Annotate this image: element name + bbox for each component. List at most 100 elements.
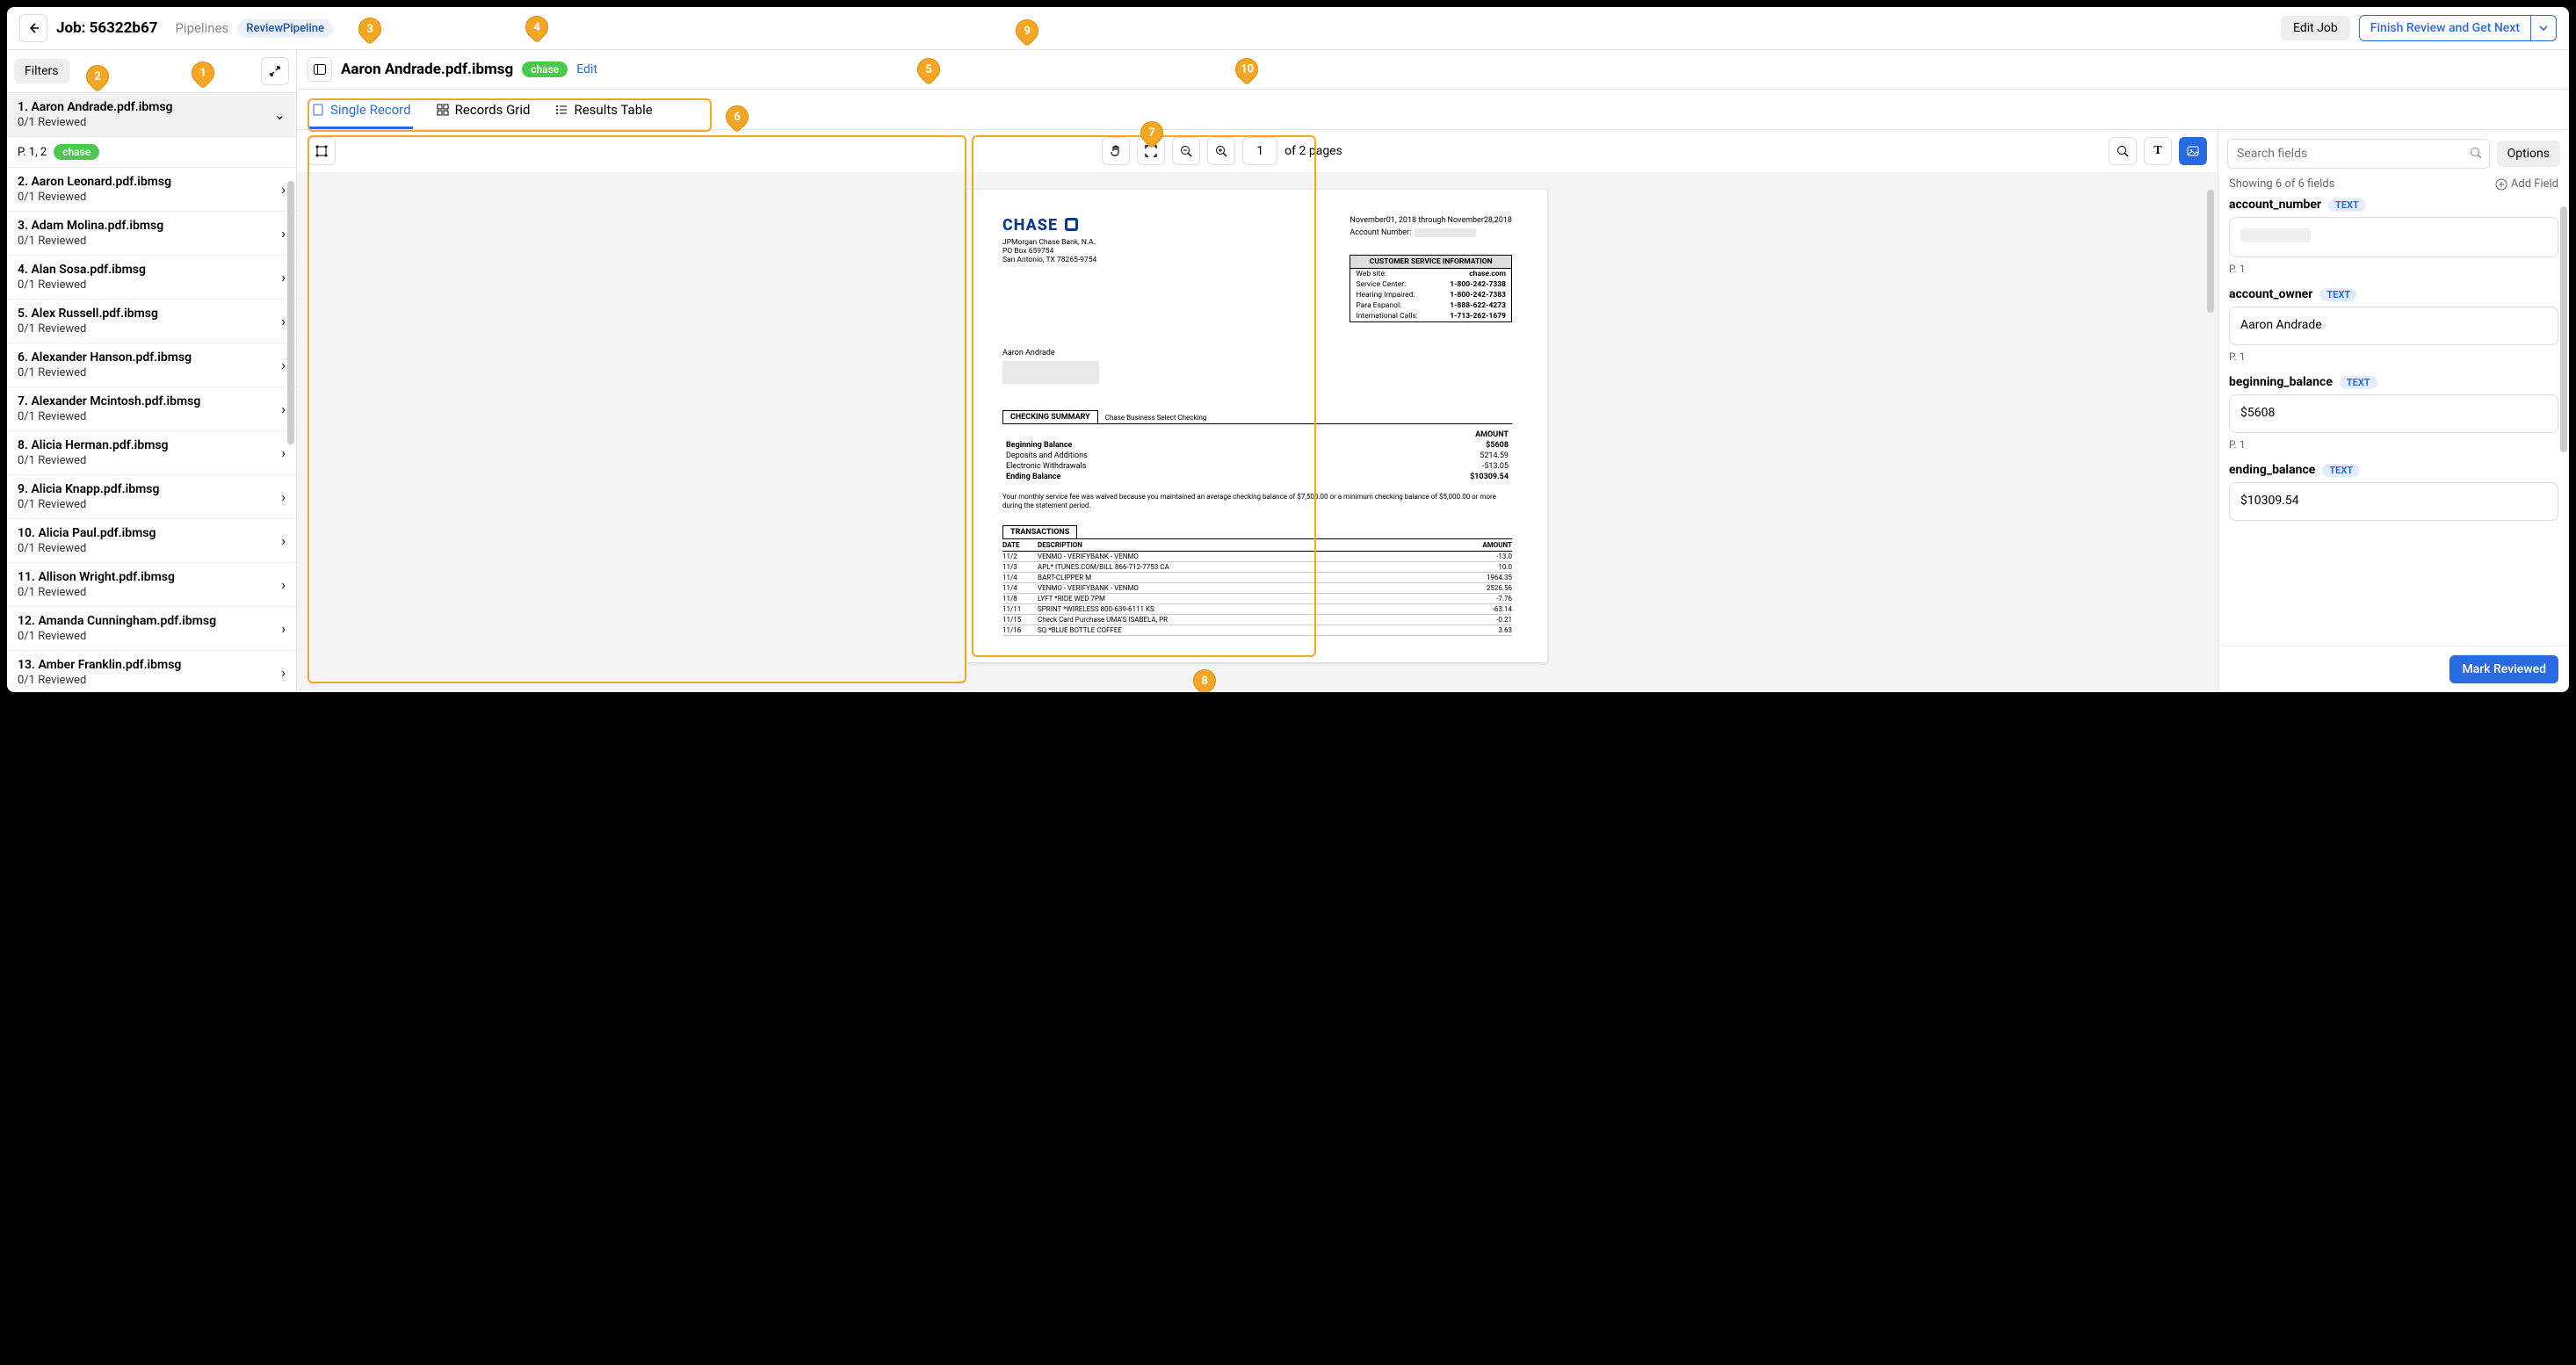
- field-type-chip: TEXT: [2340, 376, 2377, 389]
- text-tool[interactable]: T: [2144, 137, 2172, 165]
- field-value-box[interactable]: Aaron Andrade: [2229, 307, 2558, 345]
- pipeline-chip[interactable]: ReviewPipeline: [237, 19, 333, 38]
- cs-header: CUSTOMER SERVICE INFORMATION: [1350, 256, 1511, 269]
- account-number-redacted: [1415, 228, 1476, 237]
- recipient-name: Aaron Andrade: [1002, 349, 1512, 358]
- transaction-row: 11/16SQ *BLUE BOTTLE COFFEE3.63: [1002, 625, 1512, 636]
- chevron-right-icon: ›: [281, 357, 286, 373]
- scrollbar[interactable]: [287, 181, 294, 444]
- bank-address-line: PO Box 659754: [1002, 247, 1096, 256]
- doc-sub-row[interactable]: P. 1, 2chase: [7, 137, 296, 168]
- tab-icon: [436, 103, 450, 117]
- expand-button[interactable]: [261, 57, 289, 85]
- content-row: of 2 pages T: [297, 130, 2569, 692]
- header: Job: 56322b67 Pipelines ReviewPipeline E…: [7, 7, 2569, 50]
- chevron-down-icon: ⌄: [274, 106, 286, 123]
- customer-service-box: CUSTOMER SERVICE INFORMATION Web site:ch…: [1350, 255, 1512, 322]
- add-field-button[interactable]: Add Field: [2495, 177, 2558, 191]
- zoom-in-button[interactable]: [1207, 137, 1235, 165]
- chevron-right-icon: ›: [281, 576, 286, 593]
- fields-scrollbar[interactable]: [2560, 206, 2567, 452]
- sidebar-item[interactable]: 12. Amanda Cunningham.pdf.ibmsg0/1 Revie…: [7, 607, 296, 651]
- sidebar-item[interactable]: 2. Aaron Leonard.pdf.ibmsg 0/1 Reviewed›: [7, 168, 296, 212]
- canvas-scrollbar[interactable]: [2207, 190, 2214, 313]
- job-title: Job: 56322b67: [56, 19, 158, 37]
- sidebar-item[interactable]: 13. Amber Franklin.pdf.ibmsg 0/1 Reviewed…: [7, 651, 296, 692]
- doc-item-title: 3. Adam Molina.pdf.ibmsg: [18, 219, 281, 233]
- sidebar-item[interactable]: 6. Alexander Hanson.pdf.ibmsg0/1 Reviewe…: [7, 343, 296, 387]
- chevron-down-icon: [2538, 23, 2549, 33]
- tab-icon: [554, 103, 568, 117]
- bounding-box-tool[interactable]: [308, 137, 336, 165]
- doc-item-status: 0/1 Reviewed: [18, 674, 281, 687]
- doc-item-status: 0/1 Reviewed: [18, 191, 281, 204]
- document-canvas[interactable]: CHASE JPMorgan Chase Bank, N.A.PO Box 65…: [297, 172, 2218, 692]
- doc-item-status: 0/1 Reviewed: [18, 366, 281, 379]
- sidebar-item[interactable]: 1. Aaron Andrade.pdf.ibmsg0/1 Reviewed⌄: [7, 93, 296, 137]
- doc-item-title: 1. Aaron Andrade.pdf.ibmsg: [18, 100, 274, 114]
- chevron-right-icon: ›: [281, 181, 286, 198]
- fields-list[interactable]: account_numberTEXTP. 1 account_owner TEXT A…: [2218, 198, 2569, 646]
- sidebar-item[interactable]: 8. Alicia Herman.pdf.ibmsg0/1 Reviewed›: [7, 431, 296, 475]
- tab-single-record[interactable]: Single Record: [309, 97, 413, 129]
- page-input[interactable]: [1242, 137, 1277, 165]
- edit-job-button[interactable]: Edit Job: [2281, 16, 2350, 40]
- doc-item-status: 0/1 Reviewed: [18, 630, 281, 643]
- search-fields-input[interactable]: [2227, 139, 2490, 169]
- sidebar-item[interactable]: 10. Alicia Paul.pdf.ibmsg0/1 Reviewed›: [7, 519, 296, 563]
- options-button[interactable]: Options: [2497, 141, 2560, 167]
- back-button[interactable]: [19, 14, 47, 42]
- summary-row: Ending Balance$10309.54: [1002, 472, 1512, 482]
- app-root: Job: 56322b67 Pipelines ReviewPipeline E…: [7, 7, 2569, 692]
- transaction-row: 11/3APL* ITUNES.COM/BILL 866-712-7753 CA…: [1002, 562, 1512, 573]
- finish-review-button[interactable]: Finish Review and Get Next: [2359, 15, 2531, 41]
- document-tag-chip: chase: [522, 61, 568, 77]
- field-type-chip: TEXT: [2322, 464, 2360, 477]
- chevron-right-icon: ›: [281, 269, 286, 285]
- pan-tool[interactable]: [1102, 137, 1130, 165]
- sidebar-item[interactable]: 11. Allison Wright.pdf.ibmsg0/1 Reviewed…: [7, 563, 296, 607]
- field-block: account_numberTEXTP. 1: [2229, 198, 2558, 275]
- page-count-label: of 2 pages: [1284, 144, 1342, 158]
- sidebar-item[interactable]: 7. Alexander Mcintosh.pdf.ibmsg0/1 Revie…: [7, 387, 296, 431]
- summary-row: Deposits and Additions5214.59: [1002, 451, 1512, 461]
- chevron-right-icon: ›: [281, 620, 286, 637]
- mark-reviewed-button[interactable]: Mark Reviewed: [2449, 655, 2558, 683]
- search-icon: [2116, 144, 2130, 158]
- field-value-box[interactable]: $10309.54: [2229, 482, 2558, 521]
- sidebar-item[interactable]: 5. Alex Russell.pdf.ibmsg0/1 Reviewed›: [7, 300, 296, 343]
- sidebar-item[interactable]: 3. Adam Molina.pdf.ibmsg0/1 Reviewed›: [7, 212, 296, 256]
- panel-toggle-button[interactable]: [308, 57, 332, 82]
- sidebar-icon: [313, 62, 327, 76]
- tag-chip: chase: [54, 144, 99, 160]
- edit-link[interactable]: Edit: [576, 62, 597, 76]
- doc-item-status: 0/1 Reviewed: [18, 454, 281, 467]
- search-tool[interactable]: [2109, 137, 2137, 165]
- bounding-box-icon: [315, 144, 329, 158]
- transaction-row: 11/8LYFT *RIDE WED 7PM-7.76: [1002, 594, 1512, 604]
- chevron-right-icon: ›: [281, 488, 286, 505]
- sidebar-item[interactable]: 4. Alan Sosa.pdf.ibmsg0/1 Reviewed›: [7, 256, 296, 300]
- filters-button[interactable]: Filters: [14, 59, 69, 83]
- field-value-box[interactable]: [2229, 217, 2558, 257]
- body: Filters 1. Aaron Andrade.pdf.ibmsg0/1 Re…: [7, 50, 2569, 692]
- transaction-row: 11/2VENMO - VERIFYBANK - VENMO-13.0: [1002, 552, 1512, 562]
- document-list[interactable]: 1. Aaron Andrade.pdf.ibmsg0/1 Reviewed⌄P…: [7, 93, 296, 692]
- sidebar-item[interactable]: 9. Alicia Knapp.pdf.ibmsg0/1 Reviewed›: [7, 475, 296, 519]
- tab-results-table[interactable]: Results Table: [553, 97, 654, 129]
- field-name: account_owner: [2229, 287, 2312, 301]
- tab-records-grid[interactable]: Records Grid: [434, 97, 532, 129]
- image-tool[interactable]: [2179, 137, 2207, 165]
- fit-tool[interactable]: [1137, 137, 1165, 165]
- doc-item-title: 2. Aaron Leonard.pdf.ibmsg: [18, 175, 281, 189]
- field-value-box[interactable]: $5608: [2229, 394, 2558, 433]
- doc-item-title: 11. Allison Wright.pdf.ibmsg: [18, 570, 281, 584]
- doc-item-title: 13. Amber Franklin.pdf.ibmsg: [18, 658, 281, 672]
- tx-col-amt: AMOUNT: [1459, 541, 1512, 549]
- finish-review-dropdown[interactable]: [2531, 15, 2557, 41]
- tx-col-date: DATE: [1002, 541, 1038, 549]
- zoom-out-button[interactable]: [1172, 137, 1200, 165]
- redacted-value: [2240, 228, 2311, 242]
- zoom-in-icon: [1214, 144, 1228, 158]
- checking-summary-header: CHECKING SUMMARY: [1002, 410, 1098, 423]
